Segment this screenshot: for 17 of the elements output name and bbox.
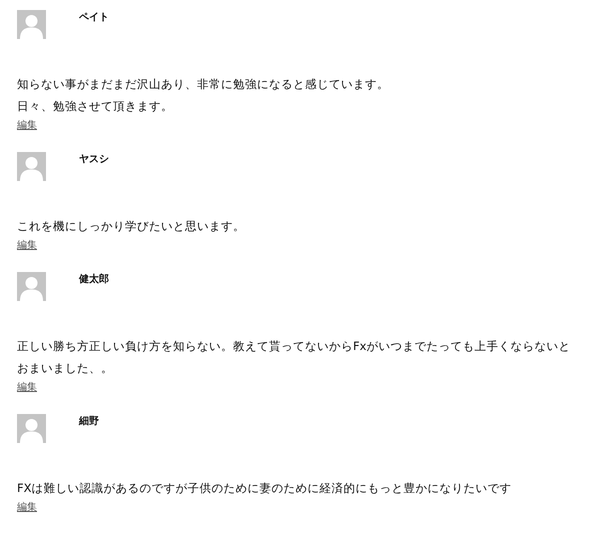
- comment-text: 正しい勝ち方正しい負け方を知らない。教えて貰ってないからFxがいつまでたっても上手くならないとおまいました、。: [17, 338, 572, 377]
- comment-text: 知らない事がまだまだ沢山あり、非常に勉強になると感じています。: [17, 76, 389, 93]
- edit-link[interactable]: 編集: [17, 382, 37, 394]
- avatar-icon: [17, 10, 46, 39]
- comment-text: 日々、勉強させて頂きます。: [17, 98, 173, 115]
- avatar-icon: [17, 272, 46, 301]
- avatar-icon: [17, 414, 46, 443]
- author-name: 健太郎: [79, 274, 109, 286]
- edit-link[interactable]: 編集: [17, 502, 37, 514]
- author-name: ヤスシ: [79, 154, 109, 166]
- edit-link[interactable]: 編集: [17, 120, 37, 132]
- comment-text: これを機にしっかり学びたいと思います。: [17, 218, 245, 235]
- author-name: 細野: [79, 416, 99, 428]
- author-name: ペイト: [79, 12, 109, 24]
- edit-link[interactable]: 編集: [17, 240, 37, 252]
- comment-text: FXは難しい認識があるのですが子供のために妻のために経済的にもっと豊かになりたいです: [17, 480, 512, 497]
- avatar-icon: [17, 152, 46, 181]
